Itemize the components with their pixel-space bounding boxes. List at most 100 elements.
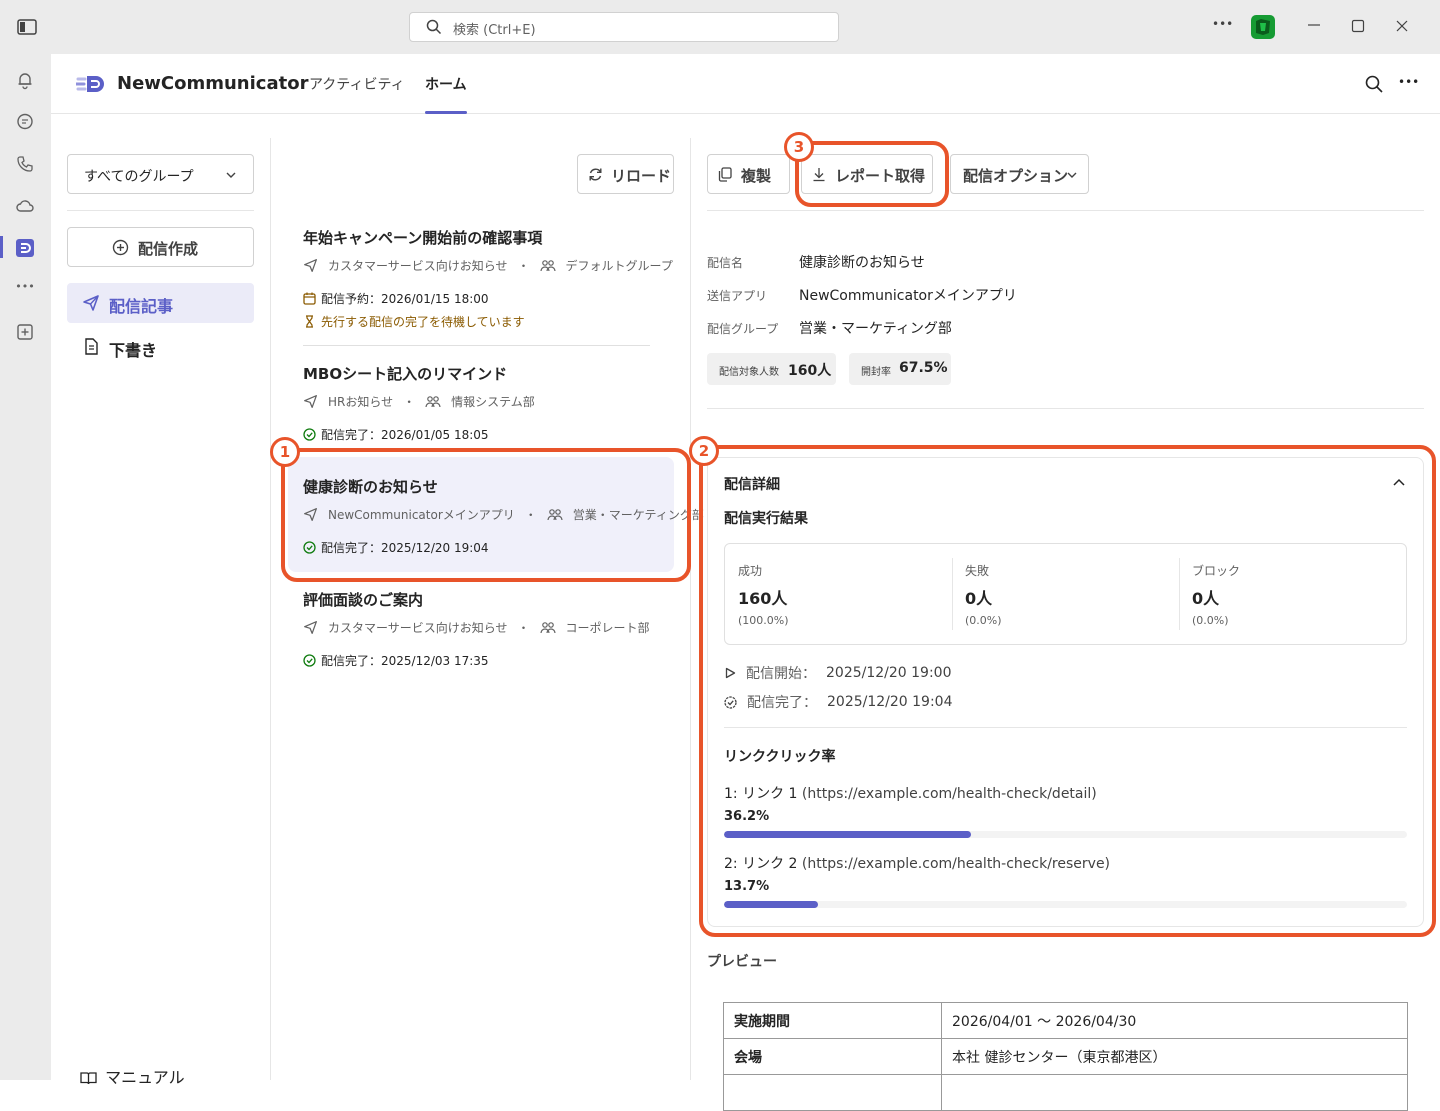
link-name: 2: リンク 2 xyxy=(724,856,798,872)
create-delivery-button[interactable]: 配信作成 xyxy=(67,227,254,267)
report-download-button[interactable]: レポート取得 xyxy=(801,154,933,194)
sidebar-toggle-icon[interactable] xyxy=(17,18,37,36)
stat-value: 160人 xyxy=(738,589,788,608)
hourglass-icon xyxy=(303,315,316,328)
chevron-up-icon[interactable] xyxy=(1392,476,1406,490)
column-divider xyxy=(690,138,691,1080)
sidebar-item-articles[interactable]: 配信記事 xyxy=(67,283,254,323)
book-icon xyxy=(80,1071,100,1085)
window-titlebar: 検索 (Ctrl+E) ••• xyxy=(0,0,1440,54)
bell-icon[interactable] xyxy=(15,70,35,90)
list-item-note-text: 先行する配信の完了を待機しています xyxy=(321,315,525,329)
meta-separator: ・ xyxy=(524,508,537,522)
search-input[interactable]: 検索 (Ctrl+E) xyxy=(409,12,839,42)
preview-title: プレビュー xyxy=(707,954,777,970)
list-item[interactable]: 年始キャンペーン開始前の確認事項 カスタマーサービス向けお知らせ ・ デフォルト… xyxy=(288,220,674,340)
minimize-icon[interactable] xyxy=(1307,18,1321,32)
link-1-label: 1: リンク 1 (https://example.com/health-che… xyxy=(724,783,1097,803)
meta-separator: ・ xyxy=(517,259,530,273)
list-item-status-text: 配信完了：2026/01/05 18:05 xyxy=(321,428,489,442)
more-options-icon[interactable]: ••• xyxy=(1212,17,1233,31)
send-icon xyxy=(82,294,100,312)
link-2-percent: 13.7% xyxy=(724,879,770,894)
annotation-badge: 1 xyxy=(270,437,300,467)
create-delivery-label: 配信作成 xyxy=(138,240,199,258)
header-search-icon[interactable] xyxy=(1365,75,1383,93)
add-app-icon[interactable] xyxy=(15,322,35,342)
table-row: 会場 本社 健診センター（東京都港区） xyxy=(723,1038,1408,1075)
stat-value: 0人 xyxy=(1192,589,1220,608)
reload-button[interactable]: リロード xyxy=(577,154,674,194)
meta-separator: ・ xyxy=(517,621,530,635)
close-icon[interactable] xyxy=(1395,19,1409,33)
group-select[interactable]: すべてのグループ xyxy=(67,154,254,194)
stat-label: 失敗 xyxy=(965,564,990,578)
table-header-cell: 会場 xyxy=(723,1038,942,1075)
list-item[interactable]: 評価面談のご案内 カスタマーサービス向けお知らせ ・ コーポレート部 配信完了：… xyxy=(288,582,674,677)
list-item-meta: カスタマーサービス向けお知らせ ・ デフォルトグループ xyxy=(303,257,673,274)
link-1-bar-fill xyxy=(724,831,972,838)
report-download-label: レポート取得 xyxy=(835,167,926,185)
list-item-status-text: 配信完了：2025/12/20 19:04 xyxy=(321,541,489,555)
check-circle-icon xyxy=(303,541,316,554)
phone-icon[interactable] xyxy=(15,154,35,174)
preview-table: 実施期間 2026/04/01 〜 2026/04/30 会場 本社 健診センタ… xyxy=(723,1002,1408,1111)
list-item-app: HRお知らせ xyxy=(328,395,394,409)
tab-activity[interactable]: アクティビティ xyxy=(309,74,405,94)
list-item[interactable]: MBOシート記入のリマインド HRお知らせ ・ 情報システム部 配信完了：202… xyxy=(288,356,674,451)
list-item-app: カスタマーサービス向けお知らせ xyxy=(328,621,508,635)
sidebar-item-drafts[interactable]: 下書き xyxy=(67,327,254,367)
annotation-badge: 2 xyxy=(689,436,719,466)
rail-active-indicator xyxy=(0,236,3,258)
duplicate-button[interactable]: 複製 xyxy=(707,154,790,194)
avatar[interactable] xyxy=(1251,15,1275,39)
pill-value: 67.5% xyxy=(899,360,948,376)
maximize-icon[interactable] xyxy=(1351,19,1365,33)
list-item-app: NewCommunicatorメインアプリ xyxy=(328,508,515,522)
open-rate-pill: 開封率 67.5% xyxy=(849,353,951,385)
more-apps-icon[interactable]: ••• xyxy=(15,280,35,300)
list-item-status: 配信完了：2025/12/03 17:35 xyxy=(303,652,489,669)
result-title: 配信実行結果 xyxy=(724,511,808,527)
table-header-cell: 実施期間 xyxy=(723,1002,942,1039)
link-1-bar xyxy=(724,831,1407,838)
check-circle-icon xyxy=(303,428,316,441)
chevron-down-icon xyxy=(1066,169,1078,181)
list-item-group: 営業・マーケティング部 xyxy=(572,508,704,522)
list-item-status-text: 配信予約：2026/01/15 18:00 xyxy=(321,292,489,306)
search-icon xyxy=(426,19,442,35)
stat-value: 0人 xyxy=(965,589,993,608)
field-value-delivery-name: 健康診断のお知らせ xyxy=(799,255,925,271)
link-name: 1: リンク 1 xyxy=(724,786,798,802)
list-item-meta: NewCommunicatorメインアプリ ・ 営業・マーケティング部 xyxy=(303,506,704,523)
people-icon xyxy=(539,259,556,273)
tab-home[interactable]: ホーム xyxy=(425,74,467,94)
reload-label: リロード xyxy=(611,167,672,185)
stat-percent: (0.0%) xyxy=(1192,614,1229,627)
list-item-group: コーポレート部 xyxy=(565,621,650,635)
list-item-selected[interactable]: 健康診断のお知らせ NewCommunicatorメインアプリ ・ 営業・マーケ… xyxy=(288,469,704,569)
newcommunicator-app-icon[interactable] xyxy=(15,238,35,258)
annotation-badge: 3 xyxy=(784,132,814,162)
people-icon xyxy=(539,621,556,635)
timeline-start: 配信開始： 2025/12/20 19:00 xyxy=(724,663,952,683)
chat-icon[interactable] xyxy=(15,112,35,132)
timeline-label: 配信開始： xyxy=(746,666,816,682)
send-icon xyxy=(303,394,318,409)
link-2-label: 2: リンク 2 (https://example.com/health-che… xyxy=(724,853,1110,873)
table-cell: 本社 健診センター（東京都港区） xyxy=(941,1038,1408,1075)
cloud-icon[interactable] xyxy=(15,196,35,216)
play-icon xyxy=(724,667,736,679)
list-item-group: 情報システム部 xyxy=(451,395,535,409)
sidebar-item-manual[interactable]: マニュアル xyxy=(80,1066,185,1090)
detail-card-divider xyxy=(724,727,1407,728)
duplicate-label: 複製 xyxy=(741,167,772,185)
delivery-options-button[interactable]: 配信オプション xyxy=(950,154,1089,194)
pill-value: 160人 xyxy=(788,363,832,379)
timeline-complete: 配信完了： 2025/12/20 19:04 xyxy=(724,692,953,712)
table-cell: 2026/04/01 〜 2026/04/30 xyxy=(941,1002,1408,1039)
list-item-meta: カスタマーサービス向けお知らせ ・ コーポレート部 xyxy=(303,619,650,636)
header-more-icon[interactable]: ••• xyxy=(1398,75,1419,89)
link-2-bar xyxy=(724,901,1407,908)
list-item-title: 年始キャンペーン開始前の確認事項 xyxy=(303,229,543,247)
